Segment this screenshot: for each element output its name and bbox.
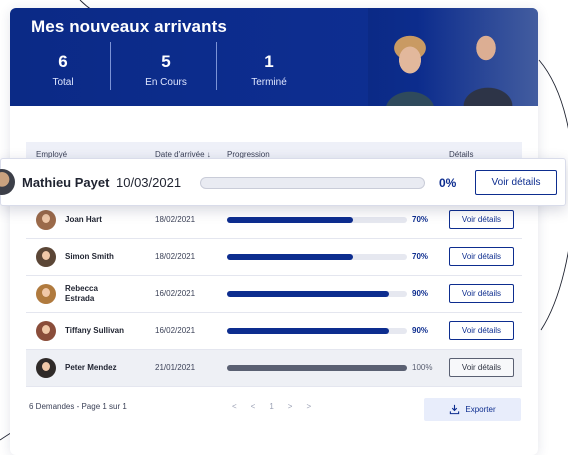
avatar <box>0 169 15 195</box>
page-number[interactable]: 1 <box>269 402 273 411</box>
view-details-button[interactable]: Voir détails <box>449 284 514 303</box>
last-page-button[interactable]: > <box>306 402 311 411</box>
progress-fill <box>227 254 353 260</box>
header-banner: Mes nouveaux arrivants 6 Total 5 En Cour… <box>10 8 538 106</box>
avatar <box>36 358 56 378</box>
team-photo <box>368 8 538 106</box>
progress-bar <box>227 328 407 334</box>
pagination: < <1 > > <box>232 402 325 411</box>
progress-percent: 90% <box>412 289 429 298</box>
progress-bar <box>227 217 407 223</box>
stat-in-progress-label: En Cours <box>145 77 187 88</box>
export-button[interactable]: Exporter <box>424 398 521 421</box>
newcomers-card: Mes nouveaux arrivants 6 Total 5 En Cour… <box>10 8 538 455</box>
view-details-button[interactable]: Voir détails <box>449 210 514 229</box>
pagination-summary: 6 Demandes - Page 1 sur 1 <box>29 402 127 411</box>
stat-completed-value: 1 <box>264 52 274 71</box>
employee-name: Simon Smith <box>65 252 114 261</box>
page-title: Mes nouveaux arrivants <box>31 17 227 36</box>
table-row: Simon Smith 18/02/2021 70% Voir détails <box>26 239 522 276</box>
stat-total-value: 6 <box>58 52 68 71</box>
view-details-button[interactable]: Voir détails <box>475 170 557 195</box>
arrival-date: 16/02/2021 <box>155 289 196 298</box>
view-details-button[interactable]: Voir détails <box>449 358 514 377</box>
employee-name: Rebecca Estrada <box>65 284 98 303</box>
progress-percent: 70% <box>412 252 429 261</box>
avatar <box>36 321 56 341</box>
highlighted-row: Mathieu Payet 10/03/2021 0% Voir détails <box>0 158 566 206</box>
avatar <box>36 247 56 267</box>
export-icon <box>450 405 460 415</box>
arrival-date: 21/01/2021 <box>155 363 196 372</box>
stat-divider <box>216 42 217 90</box>
stat-completed-label: Terminé <box>251 77 287 88</box>
progress-fill <box>227 217 353 223</box>
next-page-button[interactable]: > <box>288 402 293 411</box>
employee-name: Peter Mendez <box>65 363 117 372</box>
avatar <box>36 284 56 304</box>
stat-total: 6 Total <box>13 52 113 88</box>
progress-bar <box>227 365 407 371</box>
table-row: Rebecca Estrada 16/02/2021 90% Voir déta… <box>26 276 522 313</box>
arrival-date: 18/02/2021 <box>155 215 196 224</box>
table-row: Tiffany Sullivan 16/02/2021 90% Voir dét… <box>26 313 522 350</box>
stat-completed: 1 Terminé <box>219 52 319 88</box>
view-details-button[interactable]: Voir détails <box>449 247 514 266</box>
progress-fill <box>227 328 389 334</box>
stat-in-progress: 5 En Cours <box>116 52 216 88</box>
arrival-date: 16/02/2021 <box>155 326 196 335</box>
view-details-button[interactable]: Voir détails <box>449 321 514 340</box>
first-page-button[interactable]: < <box>232 402 237 411</box>
stat-in-progress-value: 5 <box>161 52 171 71</box>
stat-total-label: Total <box>52 77 74 88</box>
progress-percent: 90% <box>412 326 429 335</box>
stat-divider <box>110 42 111 90</box>
progress-fill <box>227 365 407 371</box>
avatar <box>36 210 56 230</box>
prev-page-button[interactable]: < <box>251 402 256 411</box>
table-row: Joan Hart 18/02/2021 70% Voir détails <box>26 202 522 239</box>
employee-name: Tiffany Sullivan <box>65 326 124 335</box>
table-row: Peter Mendez 21/01/2021 100% Voir détail… <box>26 350 522 387</box>
progress-percent: 70% <box>412 215 429 224</box>
arrival-date: 10/03/2021 <box>116 175 182 190</box>
employee-name: Joan Hart <box>65 215 102 224</box>
export-label: Exporter <box>465 405 496 414</box>
arrival-date: 18/02/2021 <box>155 252 196 261</box>
employee-name: Mathieu Payet <box>22 175 110 190</box>
progress-bar <box>227 254 407 260</box>
progress-percent: 100% <box>412 363 433 372</box>
progress-bar <box>227 291 407 297</box>
progress-bar <box>200 177 425 189</box>
progress-percent: 0% <box>439 176 457 190</box>
progress-fill <box>227 291 389 297</box>
